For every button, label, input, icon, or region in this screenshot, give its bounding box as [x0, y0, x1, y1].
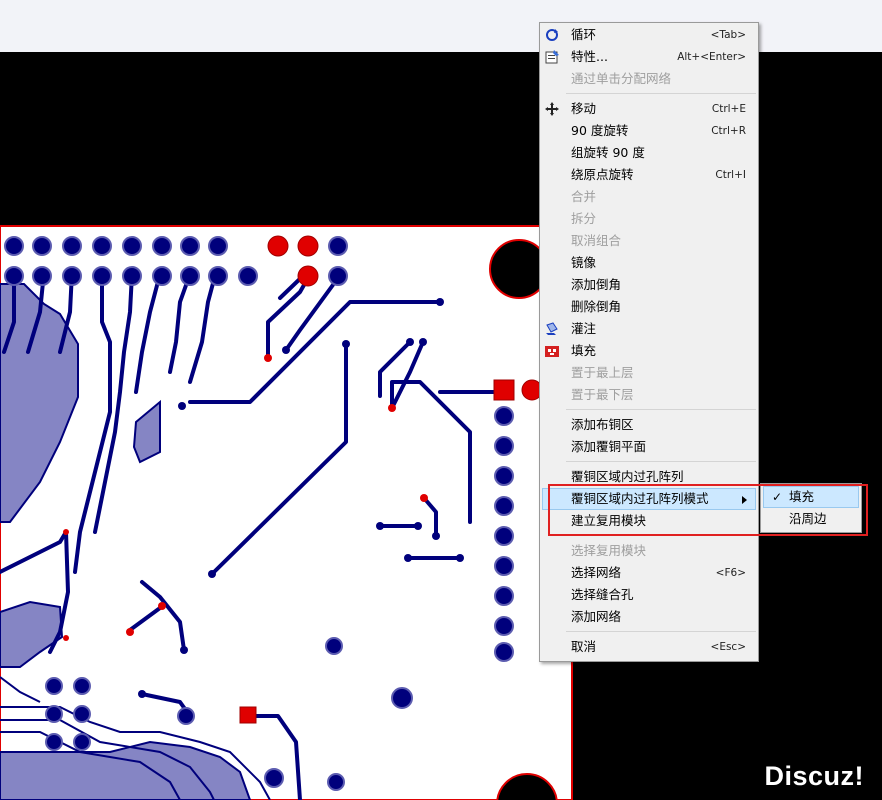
- menu-item-label: 90 度旋转: [571, 123, 629, 138]
- menu-item-label: 合并: [571, 189, 597, 204]
- menu-item-mirror[interactable]: 镜像: [540, 252, 758, 274]
- menu-item-add-copper-plane[interactable]: 添加覆铜平面: [540, 436, 758, 458]
- menu-item-fill[interactable]: 填充: [540, 340, 758, 362]
- context-menu: 循环 <Tab> 特性... Alt+<Enter> 通过单击分配网络 移动 C…: [539, 22, 759, 662]
- menu-item-label: 添加网络: [571, 609, 622, 624]
- menu-item-shortcut: Ctrl+R: [711, 125, 746, 137]
- menu-item-add-copper-area[interactable]: 添加布铜区: [540, 414, 758, 436]
- menu-item-label: 拆分: [571, 211, 597, 226]
- menu-item-label: 特性...: [571, 49, 608, 64]
- menu-item-label: 选择复用模块: [571, 543, 647, 558]
- menu-item-merge[interactable]: 合并: [540, 186, 758, 208]
- menu-item-assign-net-by-click[interactable]: 通过单击分配网络: [540, 68, 758, 90]
- menu-separator: [566, 409, 756, 410]
- menu-item-split[interactable]: 拆分: [540, 208, 758, 230]
- menu-item-properties[interactable]: 特性... Alt+<Enter>: [540, 46, 758, 68]
- menu-item-rotate-about-origin[interactable]: 绕原点旋转 Ctrl+I: [540, 164, 758, 186]
- menu-item-group-rotate-90[interactable]: 组旋转 90 度: [540, 142, 758, 164]
- menu-item-select-stitching-vias[interactable]: 选择缝合孔: [540, 584, 758, 606]
- menu-item-send-to-bottom[interactable]: 置于最下层: [540, 384, 758, 406]
- menu-item-cancel[interactable]: 取消 <Esc>: [540, 636, 758, 658]
- menu-item-add-chamfer[interactable]: 添加倒角: [540, 274, 758, 296]
- menu-item-shortcut: <Tab>: [710, 29, 746, 41]
- cycle-icon: [546, 29, 558, 41]
- menu-separator: [566, 93, 756, 94]
- menu-item-label: 添加倒角: [571, 277, 622, 292]
- menu-item-label: 镜像: [571, 255, 597, 270]
- menu-item-label: 删除倒角: [571, 299, 622, 314]
- menu-item-ungroup[interactable]: 取消组合: [540, 230, 758, 252]
- menu-item-label: 选择缝合孔: [571, 587, 634, 602]
- menu-item-label: 移动: [571, 101, 597, 116]
- menu-item-label: 绕原点旋转: [571, 167, 634, 182]
- menu-item-rotate-90[interactable]: 90 度旋转 Ctrl+R: [540, 120, 758, 142]
- menu-item-label: 组旋转 90 度: [571, 145, 645, 160]
- menu-item-label: 置于最上层: [571, 365, 634, 380]
- menu-item-label: 添加覆铜平面: [571, 439, 647, 454]
- move-icon: [545, 102, 559, 116]
- menu-item-label: 通过单击分配网络: [571, 71, 672, 86]
- menu-item-delete-chamfer[interactable]: 删除倒角: [540, 296, 758, 318]
- menu-item-select-net[interactable]: 选择网络 <F6>: [540, 562, 758, 584]
- fill-icon: [545, 346, 559, 357]
- menu-item-label: 取消: [571, 639, 597, 654]
- menu-item-shortcut: Ctrl+E: [711, 103, 746, 115]
- menu-item-label: 覆铜区域内过孔阵列: [571, 469, 684, 484]
- menu-item-label: 选择网络: [571, 565, 622, 580]
- menu-item-shortcut: <Esc>: [710, 641, 746, 653]
- menu-item-shortcut: Ctrl+I: [715, 169, 746, 181]
- properties-icon: [545, 50, 559, 64]
- menu-item-add-net[interactable]: 添加网络: [540, 606, 758, 628]
- menu-item-select-reuse-block[interactable]: 选择复用模块: [540, 540, 758, 562]
- menu-item-cycle[interactable]: 循环 <Tab>: [540, 24, 758, 46]
- menu-item-label: 置于最下层: [571, 387, 634, 402]
- menu-item-label: 取消组合: [571, 233, 622, 248]
- menu-item-label: 填充: [571, 343, 597, 358]
- menu-separator: [566, 631, 756, 632]
- watermark: Discuz!: [764, 761, 864, 791]
- menu-item-label: 灌注: [571, 321, 597, 336]
- pour-icon: [546, 322, 558, 335]
- menu-item-label: 循环: [571, 27, 597, 42]
- menu-item-label: 添加布铜区: [571, 417, 634, 432]
- menu-item-bring-to-top[interactable]: 置于最上层: [540, 362, 758, 384]
- menu-separator: [566, 461, 756, 462]
- highlight-annotation-box: [548, 484, 868, 536]
- menu-item-move[interactable]: 移动 Ctrl+E: [540, 98, 758, 120]
- menu-item-shortcut: <F6>: [715, 567, 746, 579]
- menu-item-pour[interactable]: 灌注: [540, 318, 758, 340]
- menu-item-shortcut: Alt+<Enter>: [677, 51, 746, 63]
